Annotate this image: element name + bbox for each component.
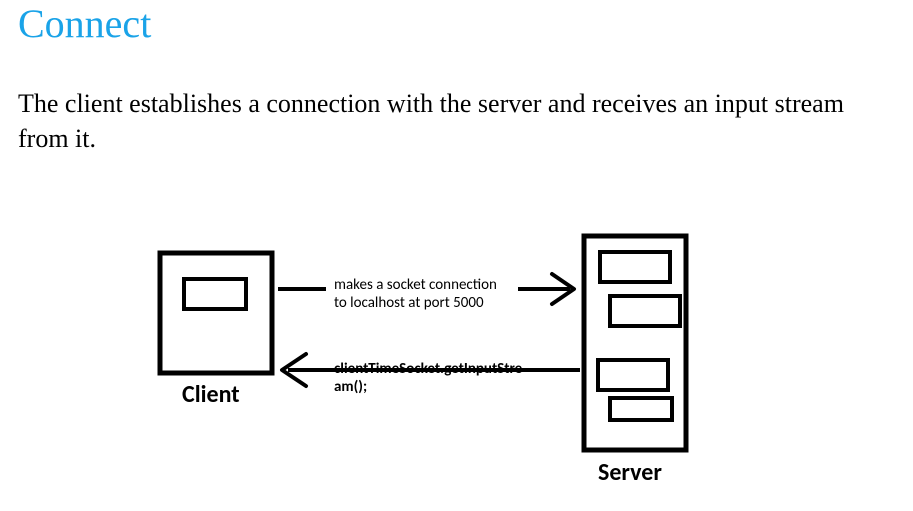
description-text: The client establishes a connection with… (18, 86, 888, 156)
arrow-to-server-label: makes a socket connection to localhost a… (334, 276, 524, 312)
arrow-to-client-label: clientTimeSocket.getInputStre am(); (334, 360, 554, 396)
arrow-to-server-label-line1: makes a socket connection (334, 276, 497, 294)
client-inner-box (184, 279, 246, 309)
server-slot-4 (610, 398, 672, 420)
client-box (160, 253, 272, 373)
server-slot-2 (610, 296, 680, 326)
server-box (584, 236, 686, 450)
arrow-to-client-label-line1: clientTimeSocket.getInputStre (334, 360, 522, 378)
server-slot-1 (600, 252, 670, 282)
server-label: Server (598, 458, 662, 487)
client-label: Client (182, 380, 240, 409)
arrow-to-server-label-line2: to localhost at port 5000 (334, 294, 484, 312)
page-title: Connect (18, 0, 151, 47)
arrow-to-client-label-line2: am(); (334, 378, 367, 396)
connect-diagram (0, 0, 913, 511)
server-slot-3 (598, 360, 668, 390)
